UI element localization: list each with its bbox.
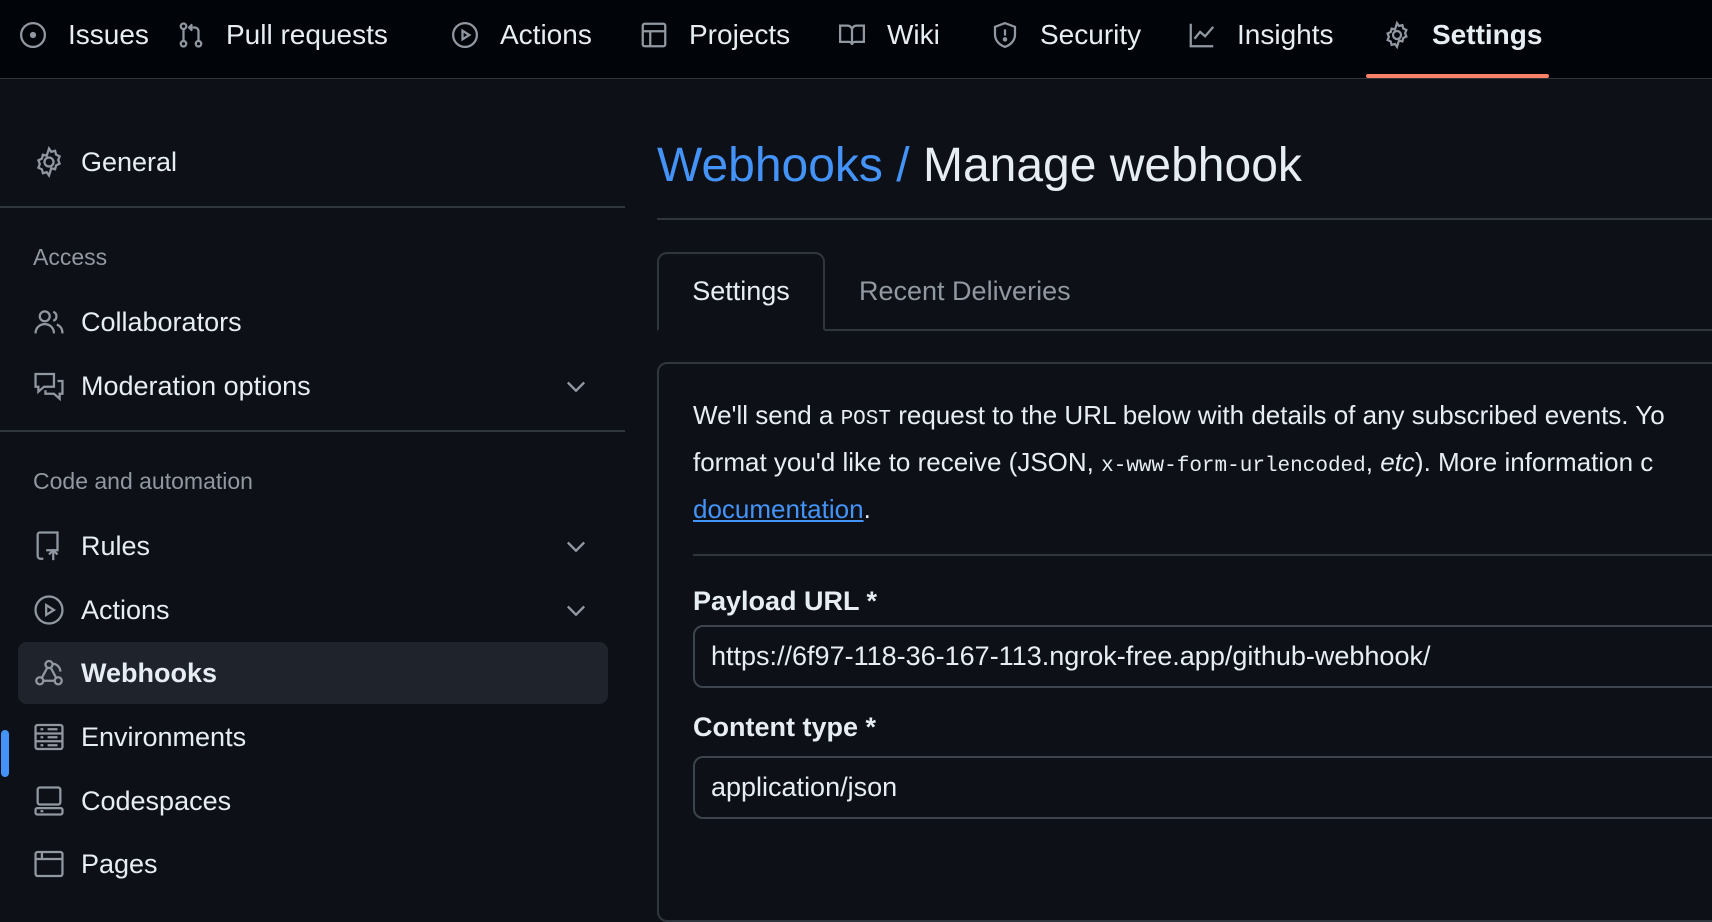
sidebar-item-webhooks[interactable]: Webhooks xyxy=(18,642,608,704)
sidebar-item-moderation[interactable]: Moderation options xyxy=(18,355,608,417)
repo-push-icon xyxy=(32,529,66,563)
chevron-down-icon[interactable] xyxy=(562,372,590,400)
sidebar-item-label: Moderation options xyxy=(81,370,311,401)
chevron-down-icon[interactable] xyxy=(562,532,590,560)
sidebar-item-collaborators[interactable]: Collaborators xyxy=(18,291,608,353)
nav-settings-label: Settings xyxy=(1432,19,1543,50)
webhook-icon xyxy=(32,656,66,690)
breadcrumb-separator: / xyxy=(896,139,910,192)
repo-nav: Issues Pull requests Actions Projects Wi… xyxy=(0,0,1712,79)
nav-insights[interactable]: Insights xyxy=(1187,0,1334,70)
sidebar-item-pages[interactable]: Pages xyxy=(18,833,608,895)
sidebar-item-environments[interactable]: Environments xyxy=(18,706,608,768)
sidebar-item-general[interactable]: General xyxy=(18,131,608,193)
sidebar-item-label: Rules xyxy=(81,530,151,561)
intro-text-part: We'll send a xyxy=(693,400,841,430)
payload-url-input[interactable] xyxy=(693,625,1712,688)
sidebar-item-label: Webhooks xyxy=(81,657,218,688)
sidebar-item-actions[interactable]: Actions xyxy=(18,579,608,641)
documentation-link[interactable]: documentation xyxy=(693,494,864,524)
urlencoded-code: x-www-form-urlencoded xyxy=(1101,455,1366,478)
intro-line-2: format you'd like to receive (JSON, x-ww… xyxy=(693,441,1712,488)
content-type-select[interactable]: application/json xyxy=(693,756,1712,819)
title-divider xyxy=(657,218,1712,220)
intro-text: We'll send a POST request to the URL bel… xyxy=(693,394,1712,531)
nav-pull-requests-label: Pull requests xyxy=(226,19,388,50)
intro-text-part: format you'd like to receive (JSON, xyxy=(693,447,1102,477)
main-content: Webhooks / Manage webhook Settings Recen… xyxy=(657,80,1712,922)
sidebar-item-rules[interactable]: Rules xyxy=(18,515,608,577)
shield-icon xyxy=(990,20,1020,50)
settings-sidebar: General Access Collaborators Moderation … xyxy=(0,80,626,879)
intro-text-part: ). More information c xyxy=(1414,447,1654,477)
table-icon xyxy=(639,20,669,50)
active-tab-underline xyxy=(1366,74,1549,78)
content-type-label: Content type * xyxy=(693,712,877,742)
nav-wiki-label: Wiki xyxy=(887,19,940,50)
chevron-down-icon[interactable] xyxy=(562,596,590,624)
tab-settings[interactable]: Settings xyxy=(657,252,825,331)
post-code: POST xyxy=(840,408,891,431)
sidebar-item-label: Collaborators xyxy=(81,306,242,337)
sidebar-item-codespaces[interactable]: Codespaces xyxy=(18,770,608,832)
form-divider xyxy=(693,554,1712,556)
nav-projects-label: Projects xyxy=(689,19,791,50)
nav-insights-label: Insights xyxy=(1237,19,1334,50)
intro-line-1: We'll send a POST request to the URL bel… xyxy=(693,394,1712,441)
nav-issues-label: Issues xyxy=(68,19,149,50)
codespaces-icon xyxy=(32,784,66,818)
nav-issues[interactable]: Issues xyxy=(18,0,149,70)
graph-icon xyxy=(1187,20,1217,50)
sidebar-divider xyxy=(0,206,625,208)
sidebar-item-label: Codespaces xyxy=(81,785,232,816)
server-icon xyxy=(32,720,66,754)
browser-icon xyxy=(32,847,66,881)
sidebar-item-label: General xyxy=(81,146,178,177)
sidebar-item-label: Actions xyxy=(81,594,170,625)
play-icon xyxy=(32,593,66,627)
selected-indicator xyxy=(1,730,9,777)
sidebar-item-label: Pages xyxy=(81,848,158,879)
sidebar-divider xyxy=(0,430,625,432)
payload-url-label: Payload URL * xyxy=(693,586,878,616)
nav-wiki[interactable]: Wiki xyxy=(837,0,940,70)
sidebar-item-label: Environments xyxy=(81,721,247,752)
nav-projects[interactable]: Projects xyxy=(639,0,790,70)
nav-actions-label: Actions xyxy=(500,19,592,50)
nav-settings[interactable]: Settings xyxy=(1382,0,1542,70)
tab-recent-deliveries[interactable]: Recent Deliveries xyxy=(859,252,1071,331)
intro-text-part: request to the URL below with details of… xyxy=(890,400,1665,430)
intro-etc: etc xyxy=(1380,447,1415,477)
people-icon xyxy=(32,305,66,339)
gear-icon xyxy=(32,145,66,179)
webhook-form-panel: We'll send a POST request to the URL bel… xyxy=(657,362,1712,922)
intro-line-3: documentation. xyxy=(693,488,1712,531)
nav-actions[interactable]: Actions xyxy=(450,0,592,70)
breadcrumb-webhooks-link[interactable]: Webhooks xyxy=(657,139,883,192)
nav-pull-requests[interactable]: Pull requests xyxy=(176,0,388,70)
play-icon xyxy=(450,20,480,50)
comment-discussion-icon xyxy=(32,369,66,403)
content-type-value: application/json xyxy=(711,772,898,802)
sidebar-heading-access: Access xyxy=(33,244,108,270)
nav-security[interactable]: Security xyxy=(990,0,1141,70)
breadcrumb: Webhooks / Manage webhook xyxy=(657,138,1302,193)
git-pull-request-icon xyxy=(176,20,206,50)
gear-icon xyxy=(1382,20,1412,50)
issue-opened-icon xyxy=(18,20,48,50)
book-icon xyxy=(837,20,867,50)
sidebar-heading-code-automation: Code and automation xyxy=(33,468,253,494)
nav-security-label: Security xyxy=(1040,19,1142,50)
intro-text-part: , xyxy=(1365,447,1381,477)
page-title: Manage webhook xyxy=(922,139,1302,192)
intro-text-part: . xyxy=(863,494,871,524)
